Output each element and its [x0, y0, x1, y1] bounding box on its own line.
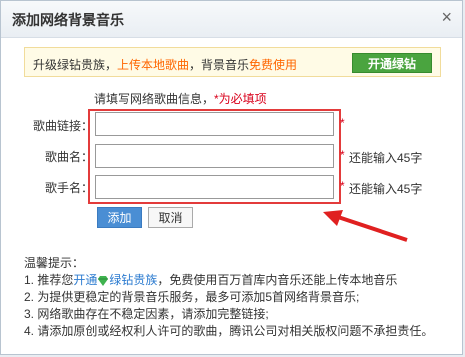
singer-name-label: 歌手名： [45, 181, 94, 195]
form-hint-required: *为必填项 [214, 92, 267, 106]
banner-text: 升级绿钻贵族，上传本地歌曲，背景音乐免费使用 [33, 56, 297, 73]
singer-name-limit: 还能输入45字 [349, 182, 423, 196]
cancel-button[interactable]: 取消 [148, 207, 193, 228]
dialog-title: 添加网络背景音乐 [12, 12, 124, 28]
green-diamond-icon [98, 275, 109, 286]
tip-line-3: 3. 网络歌曲存在不稳定因素，请添加完整链接; [24, 307, 269, 321]
song-link-input[interactable] [95, 112, 334, 136]
form-hint-text: 请填写网络歌曲信息， [94, 92, 215, 106]
tip-vip-link[interactable]: 绿钻贵族 [109, 273, 157, 287]
form-hint: 请填写网络歌曲信息，*为必填项 [94, 90, 267, 107]
song-name-limit: 还能输入45字 [349, 151, 423, 165]
red-arrow-annotation [323, 210, 408, 242]
singer-name-input[interactable] [95, 175, 334, 199]
song-link-label: 歌曲链接： [33, 119, 94, 133]
tips-title: 温馨提示： [24, 256, 85, 270]
add-music-dialog: 添加网络背景音乐 × 升级绿钻贵族，上传本地歌曲，背景音乐免费使用 开通绿钻 请… [0, 0, 463, 355]
vip-banner: 升级绿钻贵族，上传本地歌曲，背景音乐免费使用 开通绿钻 [24, 47, 441, 77]
required-asterisk: * [340, 148, 345, 162]
dialog-titlebar: 添加网络背景音乐 × [1, 1, 462, 38]
required-asterisk: * [340, 179, 345, 193]
tip-line-4: 4. 请添加原创或经权利人许可的歌曲，腾讯公司对相关版权问题不承担责任。 [24, 324, 434, 338]
tip-open-link[interactable]: 开通 [73, 273, 97, 287]
song-name-label: 歌曲名： [45, 150, 94, 164]
close-icon[interactable]: × [441, 8, 452, 26]
banner-text-c: ，背景音乐 [189, 58, 250, 72]
tip-line-2: 2. 为提供更稳定的背景音乐服务，最多可添加5首网络背景音乐; [24, 290, 360, 304]
required-asterisk: * [340, 116, 345, 130]
tip-1-prefix: 1. 推荐您 [24, 273, 74, 287]
banner-upload-link[interactable]: 上传本地歌曲 [117, 58, 189, 72]
tip-1-suffix: ，免费使用百万首库内音乐还能上传本地音乐 [157, 273, 398, 287]
tips-section: 温馨提示： 1. 推荐您开通 绿钻贵族，免费使用百万首库内音乐还能上传本地音乐 2… [24, 255, 433, 340]
song-name-input[interactable] [95, 144, 334, 168]
tip-line-1: 1. 推荐您开通 绿钻贵族，免费使用百万首库内音乐还能上传本地音乐 [24, 272, 433, 289]
banner-text-a: 升级绿钻贵族， [33, 58, 118, 72]
add-button[interactable]: 添加 [97, 207, 142, 228]
open-green-diamond-button[interactable]: 开通绿钻 [352, 53, 432, 73]
banner-free-text: 免费使用 [249, 58, 298, 72]
